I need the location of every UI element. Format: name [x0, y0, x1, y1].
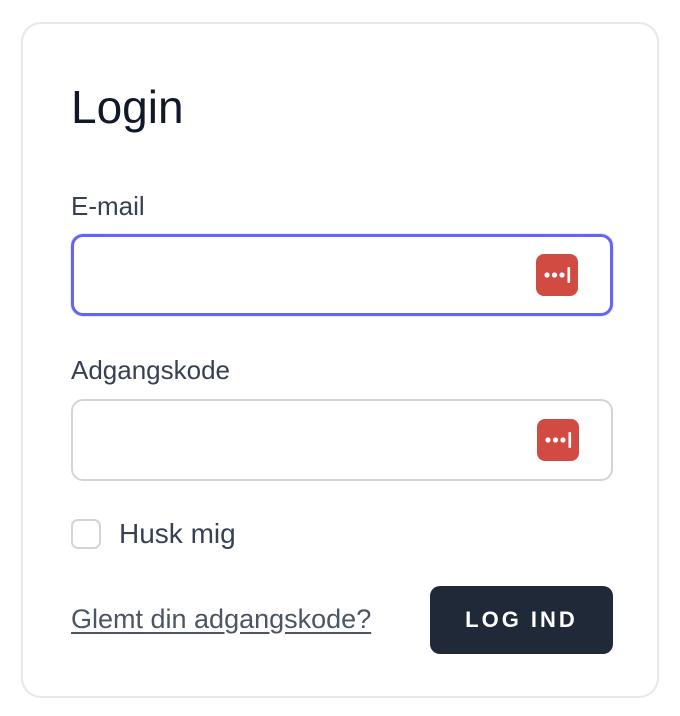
remember-me-checkbox[interactable] — [71, 519, 101, 549]
password-field-wrapper — [71, 399, 613, 481]
password-manager-icon[interactable] — [536, 254, 578, 296]
password-label: Adgangskode — [71, 355, 231, 385]
remember-me-label[interactable]: Husk mig — [119, 518, 236, 550]
email-label: E-mail — [71, 191, 145, 221]
password-manager-icon[interactable] — [537, 419, 579, 461]
remember-me[interactable]: Husk mig — [71, 518, 236, 550]
email-field-wrapper — [71, 234, 613, 316]
password-field[interactable] — [73, 401, 611, 479]
login-button[interactable]: LOG IND — [430, 586, 613, 654]
email-field[interactable] — [74, 237, 610, 313]
forgot-password-link[interactable]: Glemt din adgangskode? — [71, 602, 371, 636]
page-title: Login — [71, 81, 184, 133]
login-card: Login E-mail Adgangskode Husk mig Glemt … — [21, 22, 659, 698]
